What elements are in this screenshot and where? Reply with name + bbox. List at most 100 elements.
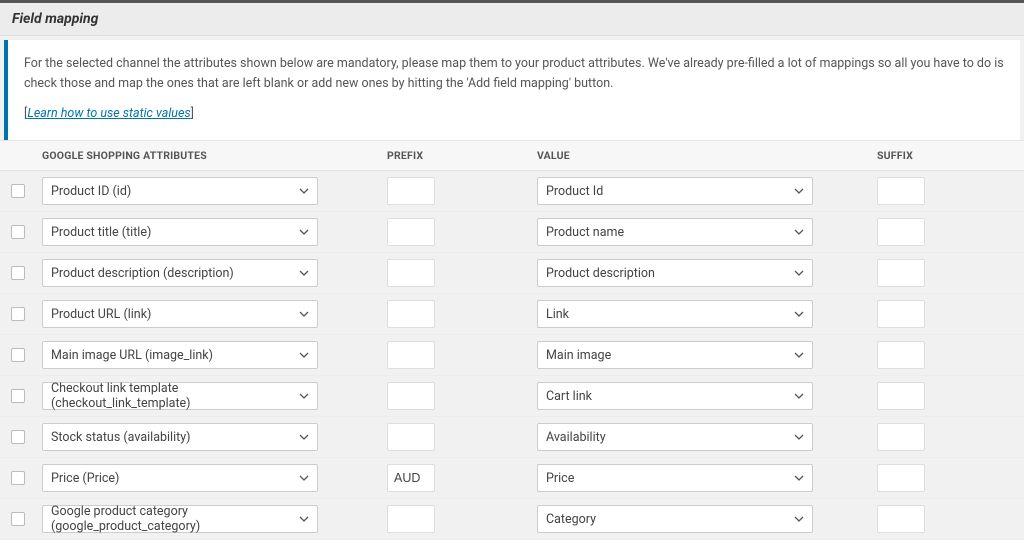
chevron-down-icon <box>794 391 804 401</box>
attribute-select[interactable]: Main image URL (image_link) <box>42 341 318 369</box>
chevron-down-icon <box>299 432 309 442</box>
row-checkbox[interactable] <box>11 225 25 239</box>
attribute-select[interactable]: Google product category (google_product_… <box>42 505 318 533</box>
row-checkbox[interactable] <box>11 266 25 280</box>
value-select[interactable]: Product Id <box>537 177 813 205</box>
attribute-select-label: Product URL (link) <box>51 307 151 322</box>
attribute-select[interactable]: Product description (description) <box>42 259 318 287</box>
suffix-input[interactable] <box>877 341 925 369</box>
chevron-down-icon <box>299 514 309 524</box>
attribute-select-label: Product description (description) <box>51 266 234 281</box>
header-prefix: PREFIX <box>381 141 531 170</box>
chevron-down-icon <box>794 432 804 442</box>
attribute-select[interactable]: Product ID (id) <box>42 177 318 205</box>
field-mapping-grid: GOOGLE SHOPPING ATTRIBUTES PREFIX VALUE … <box>0 140 1024 540</box>
row-checkbox[interactable] <box>11 471 25 485</box>
header-value: VALUE <box>531 141 871 170</box>
chevron-down-icon <box>794 514 804 524</box>
value-select[interactable]: Link <box>537 300 813 328</box>
header-suffix: SUFFIX <box>871 141 1024 170</box>
row-checkbox[interactable] <box>11 307 25 321</box>
chevron-down-icon <box>299 227 309 237</box>
table-row: Price (Price) Price <box>0 458 1024 499</box>
prefix-input[interactable] <box>387 259 435 287</box>
value-select-label: Product Id <box>546 184 603 199</box>
section-header: Field mapping <box>0 3 1024 36</box>
attribute-select-label: Stock status (availability) <box>51 430 191 445</box>
suffix-input[interactable] <box>877 382 925 410</box>
attribute-select-label: Product title (title) <box>51 225 151 240</box>
value-select-label: Link <box>546 307 569 322</box>
value-select-label: Product name <box>546 225 624 240</box>
prefix-input[interactable] <box>387 382 435 410</box>
prefix-input[interactable] <box>387 341 435 369</box>
table-row: Google product category (google_product_… <box>0 499 1024 540</box>
suffix-input[interactable] <box>877 259 925 287</box>
grid-header-row: GOOGLE SHOPPING ATTRIBUTES PREFIX VALUE … <box>0 140 1024 171</box>
attribute-select[interactable]: Stock status (availability) <box>42 423 318 451</box>
value-select-label: Availability <box>546 430 606 445</box>
suffix-input[interactable] <box>877 423 925 451</box>
value-select-label: Category <box>546 512 596 527</box>
prefix-input[interactable] <box>387 464 435 492</box>
table-row: Product ID (id) Product Id <box>0 171 1024 212</box>
attribute-select[interactable]: Price (Price) <box>42 464 318 492</box>
info-text: For the selected channel the attributes … <box>24 54 1004 94</box>
chevron-down-icon <box>794 186 804 196</box>
header-attributes: GOOGLE SHOPPING ATTRIBUTES <box>36 141 381 170</box>
chevron-down-icon <box>299 350 309 360</box>
value-select[interactable]: Product description <box>537 259 813 287</box>
value-select-label: Price <box>546 471 574 486</box>
chevron-down-icon <box>299 186 309 196</box>
suffix-input[interactable] <box>877 300 925 328</box>
chevron-down-icon <box>794 309 804 319</box>
prefix-input[interactable] <box>387 505 435 533</box>
prefix-input[interactable] <box>387 218 435 246</box>
value-select[interactable]: Main image <box>537 341 813 369</box>
suffix-input[interactable] <box>877 177 925 205</box>
value-select[interactable]: Product name <box>537 218 813 246</box>
value-select-label: Cart link <box>546 389 592 404</box>
chevron-down-icon <box>299 309 309 319</box>
attribute-select-label: Product ID (id) <box>51 184 131 199</box>
chevron-down-icon <box>794 268 804 278</box>
row-checkbox[interactable] <box>11 348 25 362</box>
value-select-label: Main image <box>546 348 611 363</box>
row-checkbox[interactable] <box>11 184 25 198</box>
chevron-down-icon <box>299 268 309 278</box>
attribute-select[interactable]: Product URL (link) <box>42 300 318 328</box>
row-checkbox[interactable] <box>11 389 25 403</box>
table-row: Product URL (link) Link <box>0 294 1024 335</box>
chevron-down-icon <box>299 391 309 401</box>
attribute-select[interactable]: Product title (title) <box>42 218 318 246</box>
chevron-down-icon <box>794 350 804 360</box>
learn-static-values-link[interactable]: Learn how to use static values <box>27 106 190 121</box>
row-checkbox[interactable] <box>11 430 25 444</box>
suffix-input[interactable] <box>877 464 925 492</box>
info-link-wrap: [Learn how to use static values] <box>24 104 1004 124</box>
prefix-input[interactable] <box>387 423 435 451</box>
attribute-select[interactable]: Checkout link template (checkout_link_te… <box>42 382 318 410</box>
value-select[interactable]: Cart link <box>537 382 813 410</box>
value-select-label: Product description <box>546 266 655 281</box>
chevron-down-icon <box>794 227 804 237</box>
prefix-input[interactable] <box>387 177 435 205</box>
table-row: Checkout link template (checkout_link_te… <box>0 376 1024 417</box>
info-box: For the selected channel the attributes … <box>4 40 1020 140</box>
attribute-select-label: Price (Price) <box>51 471 119 486</box>
chevron-down-icon <box>299 473 309 483</box>
header-checkbox-cell <box>0 148 36 164</box>
section-title: Field mapping <box>12 11 1012 27</box>
value-select[interactable]: Price <box>537 464 813 492</box>
chevron-down-icon <box>794 473 804 483</box>
value-select[interactable]: Availability <box>537 423 813 451</box>
value-select[interactable]: Category <box>537 505 813 533</box>
table-row: Stock status (availability) Availability <box>0 417 1024 458</box>
table-row: Product description (description) Produc… <box>0 253 1024 294</box>
suffix-input[interactable] <box>877 218 925 246</box>
table-row: Main image URL (image_link) Main image <box>0 335 1024 376</box>
attribute-select-label: Checkout link template (checkout_link_te… <box>51 381 291 411</box>
row-checkbox[interactable] <box>11 512 25 526</box>
prefix-input[interactable] <box>387 300 435 328</box>
suffix-input[interactable] <box>877 505 925 533</box>
